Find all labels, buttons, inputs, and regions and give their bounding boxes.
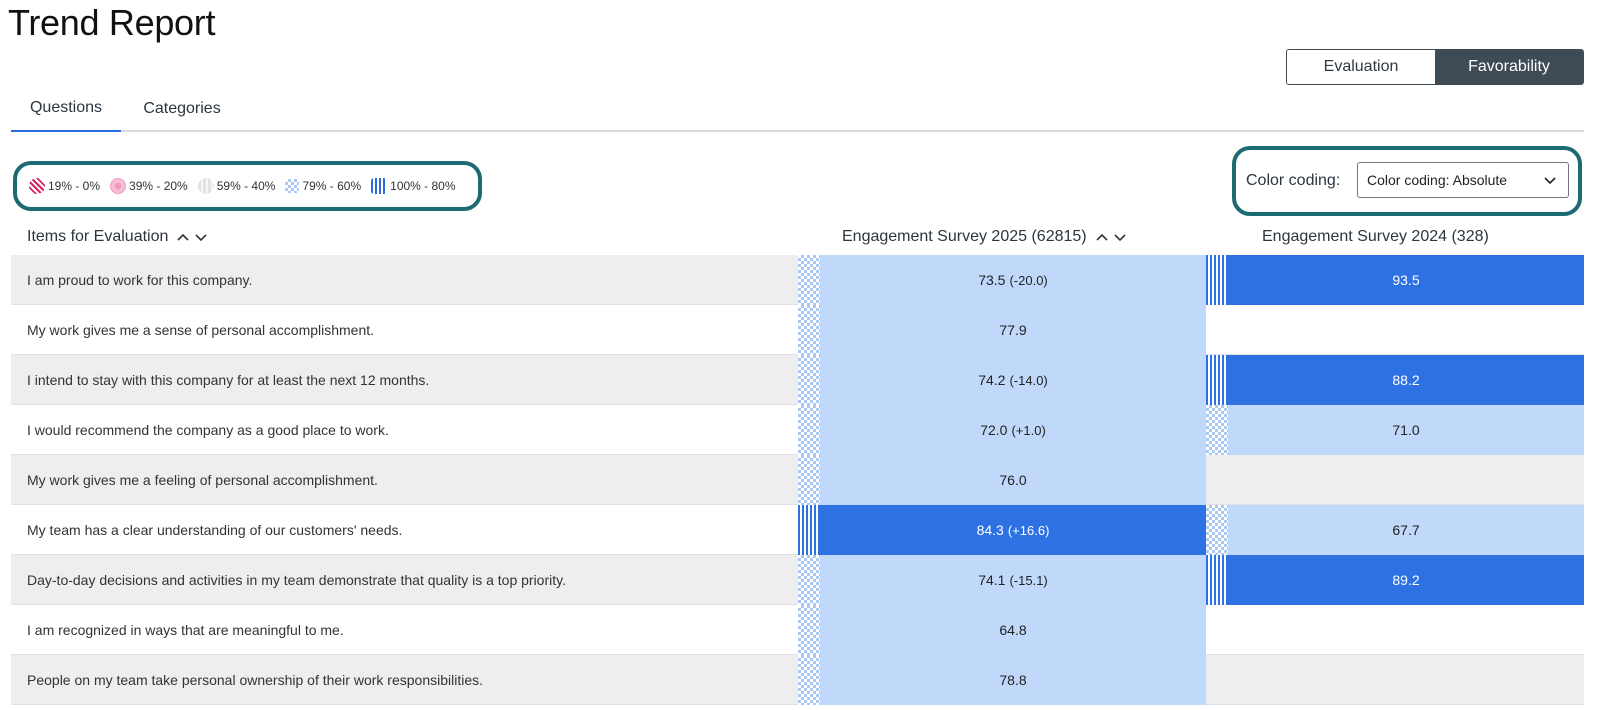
score-cell-2024: 93.5 <box>1206 255 1584 305</box>
score-value: 74.2 <box>978 372 1006 388</box>
table-row: I am recognized in ways that are meaning… <box>11 605 1584 655</box>
score-value: 73.5 <box>978 272 1006 288</box>
score-value: 93.5 <box>1392 272 1420 288</box>
question-text: I would recommend the company as a good … <box>27 422 389 438</box>
score-delta: (-14.0) <box>1009 373 1048 388</box>
question-text: I intend to stay with this company for a… <box>27 372 430 388</box>
score-cell-2025: 76.0 <box>798 455 1206 505</box>
gray-pattern-icon <box>197 178 214 194</box>
score-cell-2024: 67.7 <box>1206 505 1584 555</box>
favorability-toggle-button[interactable]: Favorability <box>1435 50 1583 84</box>
legend-item: 19% - 0% <box>29 178 100 194</box>
table-row: People on my team take personal ownershi… <box>11 655 1584 705</box>
chevron-down-icon <box>1544 177 1556 185</box>
question-text: My team has a clear understanding of our… <box>27 522 403 538</box>
table-row: I am proud to work for this company. 73.5… <box>11 255 1584 305</box>
question-text: I am proud to work for this company. <box>27 272 253 288</box>
view-toggle: Evaluation Favorability <box>1286 49 1584 85</box>
score-cell-2024: 88.2 <box>1206 355 1584 405</box>
score-cell-2024: 89.2 <box>1206 555 1584 605</box>
score-value: 72.0 <box>980 422 1008 438</box>
score-value: 88.2 <box>1392 372 1420 388</box>
score-value: 71.0 <box>1392 422 1420 438</box>
legend-item: 100% - 80% <box>371 178 456 194</box>
table-row: Day-to-day decisions and activities in m… <box>11 555 1584 605</box>
score-cell-2024: 71.0 <box>1206 405 1584 455</box>
score-value: 78.8 <box>999 672 1027 688</box>
score-delta: (+1.0) <box>1011 423 1046 438</box>
score-cell-2025: 64.8 <box>798 605 1206 655</box>
score-cell-2025: 84.3 (+16.6) <box>798 505 1206 555</box>
color-coding-label: Color coding: <box>1246 172 1341 189</box>
color-legend: 19% - 0% 39% - 20% 59% - 40% 79% - 60% 1… <box>13 161 482 211</box>
question-text: Day-to-day decisions and activities in m… <box>27 572 566 588</box>
table-row: My work gives me a feeling of personal a… <box>11 455 1584 505</box>
legend-item: 59% - 40% <box>197 178 275 194</box>
color-coding-select[interactable]: Color coding: Absolute <box>1357 162 1569 198</box>
legend-item: 79% - 60% <box>285 179 361 193</box>
tab-questions[interactable]: Questions <box>11 86 121 132</box>
score-value: 76.0 <box>999 472 1027 488</box>
score-delta: (-20.0) <box>1009 273 1048 288</box>
trend-table: I am proud to work for this company. 73.5… <box>11 255 1584 705</box>
score-cell-2025: 78.8 <box>798 655 1206 705</box>
score-value: 84.3 <box>976 522 1004 538</box>
score-delta: (+16.6) <box>1007 523 1050 538</box>
evaluation-toggle-button[interactable]: Evaluation <box>1287 50 1435 84</box>
legend-item: 39% - 20% <box>110 178 188 194</box>
sort-descending-icon[interactable] <box>194 230 208 244</box>
table-row: I would recommend the company as a good … <box>11 405 1584 455</box>
score-value: 77.9 <box>999 322 1027 338</box>
score-value: 64.8 <box>999 622 1027 638</box>
color-coding-panel: Color coding: Color coding: Absolute <box>1232 146 1582 216</box>
table-row: I intend to stay with this company for a… <box>11 355 1584 405</box>
question-text: People on my team take personal ownershi… <box>27 672 484 688</box>
score-cell-2024 <box>1206 655 1584 705</box>
survey-2024-column-header: Engagement Survey 2024 (328) <box>1262 228 1489 245</box>
score-value: 89.2 <box>1392 572 1420 588</box>
score-cell-2024 <box>1206 305 1584 355</box>
table-row: My team has a clear understanding of our… <box>11 505 1584 555</box>
pink-flower-icon <box>110 178 127 194</box>
question-text: My work gives me a feeling of personal a… <box>27 472 378 488</box>
score-cell-2025: 74.1 (-15.1) <box>798 555 1206 605</box>
score-cell-2024 <box>1206 605 1584 655</box>
tab-bar: Questions Categories <box>11 86 1584 132</box>
survey-2025-column-header: Engagement Survey 2025 (62815) <box>842 222 1127 252</box>
tab-categories[interactable]: Categories <box>127 86 237 132</box>
question-text: My work gives me a sense of personal acc… <box>27 322 375 338</box>
score-cell-2025: 77.9 <box>798 305 1206 355</box>
score-cell-2025: 72.0 (+1.0) <box>798 405 1206 455</box>
sort-descending-icon[interactable] <box>1113 230 1127 244</box>
blue-checker-icon <box>285 179 300 193</box>
page-title: Trend Report <box>8 2 216 43</box>
score-cell-2024 <box>1206 455 1584 505</box>
score-value: 74.1 <box>978 572 1006 588</box>
diagonal-stripes-red-icon <box>29 178 45 194</box>
score-cell-2025: 74.2 (-14.0) <box>798 355 1206 405</box>
question-text: I am recognized in ways that are meaning… <box>27 622 344 638</box>
table-row: My work gives me a sense of personal acc… <box>11 305 1584 355</box>
score-cell-2025: 73.5 (-20.0) <box>798 255 1206 305</box>
sort-ascending-icon[interactable] <box>1095 230 1109 244</box>
score-delta: (-15.1) <box>1009 573 1048 588</box>
sort-ascending-icon[interactable] <box>176 230 190 244</box>
score-value: 67.7 <box>1392 522 1420 538</box>
items-column-header: Items for Evaluation <box>27 222 208 252</box>
blue-vertical-stripes-icon <box>371 178 388 194</box>
